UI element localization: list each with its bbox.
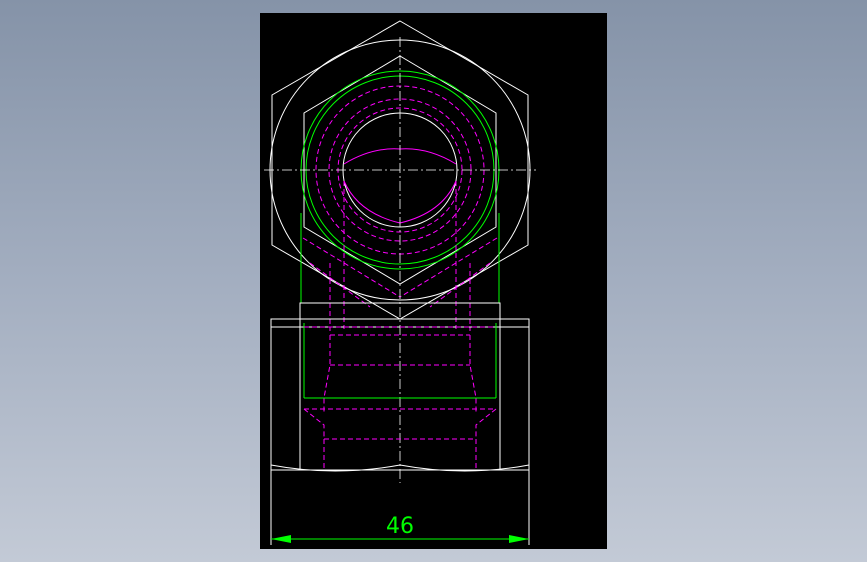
cad-drawing: 46 [264,20,536,545]
hidden-bore [303,408,325,439]
hidden-bore [475,408,497,439]
hidden-bore [323,335,331,413]
cad-drawing-viewport[interactable]: 46 [260,13,607,549]
hidden-bore [469,335,477,413]
dimension-label: 46 [386,514,414,539]
top-view [264,20,536,483]
arrow-right-icon [509,535,529,543]
arrow-left-icon [271,535,291,543]
dimension-46: 46 [270,470,530,545]
